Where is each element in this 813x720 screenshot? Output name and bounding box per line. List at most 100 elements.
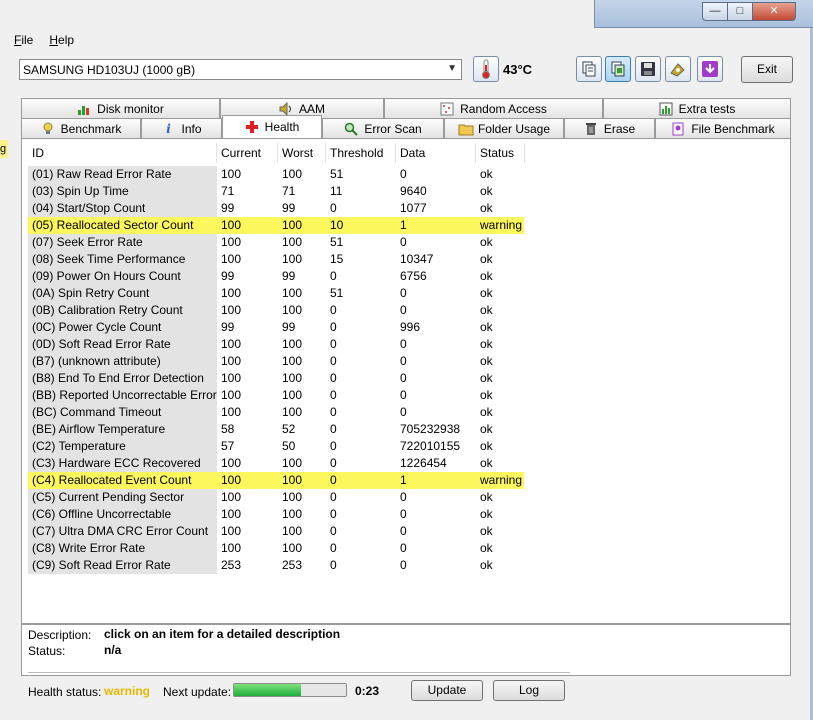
- exit-button[interactable]: Exit: [741, 56, 793, 83]
- cell-id: (C9) Soft Read Error Rate: [28, 557, 217, 574]
- tab-benchmark[interactable]: Benchmark: [21, 118, 141, 138]
- cell-status: ok: [480, 235, 493, 249]
- table-row[interactable]: (0A) Spin Retry Count 100 100 51 0 ok: [28, 285, 524, 302]
- cell-current: 100: [221, 456, 242, 470]
- cell-worst: 52: [282, 422, 296, 436]
- table-row[interactable]: (C8) Write Error Rate 100 100 0 0 ok: [28, 540, 524, 557]
- column-header-threshold[interactable]: Threshold: [326, 143, 396, 163]
- table-row[interactable]: (BC) Command Timeout 100 100 0 0 ok: [28, 404, 524, 421]
- cell-current: 100: [221, 337, 242, 351]
- column-header-worst[interactable]: Worst: [278, 143, 326, 163]
- cell-status: warning: [480, 218, 523, 232]
- table-row[interactable]: (09) Power On Hours Count 99 99 0 6756 ok: [28, 268, 524, 285]
- cell-status: ok: [480, 541, 493, 555]
- cell-threshold: 0: [330, 473, 337, 487]
- maximize-button[interactable]: □: [727, 2, 753, 21]
- magnifier-icon: [344, 122, 359, 136]
- save-button[interactable]: [635, 56, 661, 82]
- chart-icon: [77, 102, 91, 116]
- cell-worst: 100: [282, 371, 303, 385]
- table-row[interactable]: (07) Seek Error Rate 100 100 51 0 ok: [28, 234, 524, 251]
- drive-select-value: SAMSUNG HD103UJ (1000 gB): [23, 63, 196, 77]
- cell-data: 0: [400, 524, 407, 538]
- column-header-id[interactable]: ID: [28, 143, 217, 163]
- table-row[interactable]: (C3) Hardware ECC Recovered 100 100 0 122645…: [28, 455, 524, 472]
- table-row[interactable]: (B7) (unknown attribute) 100 100 0 0 ok: [28, 353, 524, 370]
- cell-id: (B7) (unknown attribute): [28, 353, 217, 370]
- cell-id: (C7) Ultra DMA CRC Error Count: [28, 523, 217, 540]
- download-button[interactable]: [697, 56, 723, 82]
- cell-worst: 100: [282, 490, 303, 504]
- cell-id: (07) Seek Error Rate: [28, 234, 217, 251]
- cell-status: ok: [480, 303, 493, 317]
- menu-file[interactable]: File: [14, 33, 33, 47]
- table-row[interactable]: (0D) Soft Read Error Rate 100 100 0 0 ok: [28, 336, 524, 353]
- cell-current: 100: [221, 218, 242, 232]
- column-header-current[interactable]: Current: [217, 143, 278, 163]
- table-row[interactable]: (03) Spin Up Time 71 71 11 9640 ok: [28, 183, 524, 200]
- copy-screenshot-button[interactable]: [605, 56, 631, 82]
- cell-worst: 100: [282, 303, 303, 317]
- tab-error-scan[interactable]: Error Scan: [322, 118, 444, 138]
- options-button[interactable]: [665, 56, 691, 82]
- cell-status: ok: [480, 388, 493, 402]
- table-row[interactable]: (BE) Airflow Temperature 58 52 0 705232938 ok: [28, 421, 524, 438]
- menu-help[interactable]: Help: [49, 33, 74, 47]
- folder-icon: [458, 122, 474, 136]
- close-button[interactable]: ✕: [752, 2, 796, 21]
- cell-threshold: 0: [330, 507, 337, 521]
- cell-id: (08) Seek Time Performance: [28, 251, 217, 268]
- table-row[interactable]: (08) Seek Time Performance 100 100 15 10347 o…: [28, 251, 524, 268]
- tab-erase[interactable]: Erase: [564, 118, 655, 138]
- tab-info[interactable]: i Info: [141, 118, 222, 138]
- column-header-status[interactable]: Status: [476, 143, 525, 163]
- cell-worst: 100: [282, 337, 303, 351]
- tab-label: Disk monitor: [97, 101, 164, 116]
- tab-file-benchmark[interactable]: File Benchmark: [655, 118, 791, 138]
- cell-current: 100: [221, 524, 242, 538]
- cell-current: 99: [221, 269, 235, 283]
- drive-select[interactable]: SAMSUNG HD103UJ (1000 gB) ▼: [19, 59, 462, 80]
- tab-health[interactable]: Health: [222, 115, 322, 138]
- cell-worst: 100: [282, 218, 303, 232]
- tab-disk-monitor[interactable]: Disk monitor: [21, 98, 220, 118]
- cell-id: (C4) Reallocated Event Count: [28, 472, 217, 489]
- table-row[interactable]: (C5) Current Pending Sector 100 100 0 0 ok: [28, 489, 524, 506]
- cell-current: 100: [221, 167, 242, 181]
- table-row[interactable]: (05) Reallocated Sector Count 100 100 10 1 wa…: [28, 217, 524, 234]
- tab-random-access[interactable]: Random Access: [384, 98, 603, 118]
- update-button[interactable]: Update: [411, 680, 483, 701]
- temperature-button[interactable]: [473, 56, 499, 82]
- file-benchmark-icon: [671, 122, 685, 136]
- table-row[interactable]: (C7) Ultra DMA CRC Error Count 100 100 0 0 ok: [28, 523, 524, 540]
- cell-data: 0: [400, 167, 407, 181]
- speaker-icon: [279, 101, 293, 116]
- table-row[interactable]: (0B) Calibration Retry Count 100 100 0 0 ok: [28, 302, 524, 319]
- table-row[interactable]: (C9) Soft Read Error Rate 253 253 0 0 ok: [28, 557, 524, 574]
- cell-threshold: 0: [330, 354, 337, 368]
- copy-screenshot-icon: [611, 61, 625, 77]
- table-row[interactable]: (01) Raw Read Error Rate 100 100 51 0 ok: [28, 166, 524, 183]
- table-row[interactable]: (B8) End To End Error Detection 100 100 0 0 o…: [28, 370, 524, 387]
- column-header-data[interactable]: Data: [396, 143, 476, 163]
- cell-status: ok: [480, 320, 493, 334]
- copy-button[interactable]: [576, 56, 602, 82]
- table-row[interactable]: (C4) Reallocated Event Count 100 100 0 1 warn…: [28, 472, 524, 489]
- table-row[interactable]: (0C) Power Cycle Count 99 99 0 996 ok: [28, 319, 524, 336]
- table-row[interactable]: (BB) Reported Uncorrectable Errors 100 100…: [28, 387, 524, 404]
- dots-grid-icon: [440, 102, 454, 116]
- cell-current: 57: [221, 439, 235, 453]
- tab-extra-tests[interactable]: Extra tests: [603, 98, 791, 118]
- log-button[interactable]: Log: [493, 680, 565, 701]
- table-row[interactable]: (04) Start/Stop Count 99 99 0 1077 ok: [28, 200, 524, 217]
- minimize-button[interactable]: —: [702, 2, 728, 21]
- table-row[interactable]: (C2) Temperature 57 50 0 722010155 ok: [28, 438, 524, 455]
- cell-data: 9640: [400, 184, 427, 198]
- table-row[interactable]: (C6) Offline Uncorrectable 100 100 0 0 ok: [28, 506, 524, 523]
- cell-id: (04) Start/Stop Count: [28, 200, 217, 217]
- cell-current: 58: [221, 422, 235, 436]
- cell-status: ok: [480, 184, 493, 198]
- tab-folder-usage[interactable]: Folder Usage: [444, 118, 564, 138]
- cell-status: ok: [480, 439, 493, 453]
- cell-status: ok: [480, 558, 493, 572]
